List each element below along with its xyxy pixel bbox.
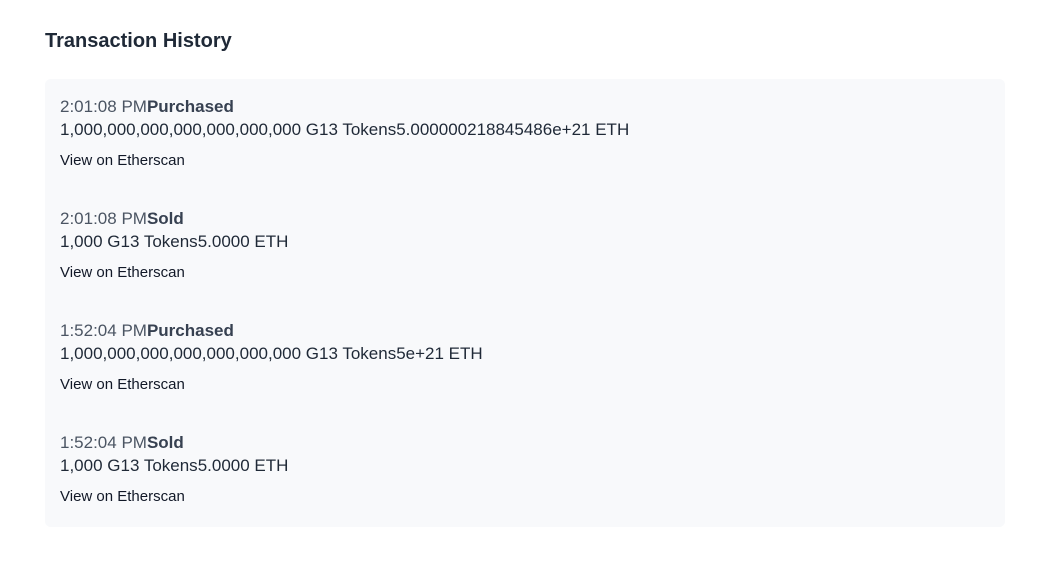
view-on-etherscan-link[interactable]: View on Etherscan bbox=[60, 375, 185, 395]
transaction-token-amount: 1,000,000,000,000,000,000,000 G13 Tokens bbox=[60, 344, 397, 363]
transaction-list: 2:01:08 PMPurchased 1,000,000,000,000,00… bbox=[45, 79, 1005, 527]
transaction-item: 2:01:08 PMSold 1,000 G13 Tokens5.0000 ET… bbox=[45, 191, 1005, 303]
transaction-amount: 1,000,000,000,000,000,000,000 G13 Tokens… bbox=[60, 118, 990, 142]
transaction-eth-amount: 5.0000 ETH bbox=[197, 456, 289, 475]
transaction-type: Purchased bbox=[146, 321, 234, 340]
transaction-item: 1:52:04 PMPurchased 1,000,000,000,000,00… bbox=[45, 303, 1005, 415]
transaction-header: 2:01:08 PMPurchased bbox=[60, 96, 990, 118]
transaction-amount: 1,000 G13 Tokens5.0000 ETH bbox=[60, 230, 990, 254]
transaction-time: 2:01:08 PM bbox=[60, 97, 147, 116]
transaction-eth-amount: 5.0000 ETH bbox=[197, 232, 289, 251]
view-on-etherscan-link[interactable]: View on Etherscan bbox=[60, 151, 185, 171]
transaction-history-section: Transaction History 2:01:08 PMPurchased … bbox=[0, 0, 1055, 527]
transaction-eth-amount: 5.000000218845486e+21 ETH bbox=[396, 120, 630, 139]
section-title: Transaction History bbox=[45, 30, 232, 52]
transaction-time: 1:52:04 PM bbox=[60, 433, 147, 452]
transaction-header: 1:52:04 PMSold bbox=[60, 432, 990, 454]
transaction-amount: 1,000,000,000,000,000,000,000 G13 Tokens… bbox=[60, 342, 990, 366]
transaction-token-amount: 1,000 G13 Tokens bbox=[60, 456, 198, 475]
transaction-eth-amount: 5e+21 ETH bbox=[396, 344, 483, 363]
transaction-item: 1:52:04 PMSold 1,000 G13 Tokens5.0000 ET… bbox=[45, 415, 1005, 527]
transaction-time: 2:01:08 PM bbox=[60, 209, 147, 228]
transaction-header: 1:52:04 PMPurchased bbox=[60, 320, 990, 342]
transaction-header: 2:01:08 PMSold bbox=[60, 208, 990, 230]
transaction-type: Purchased bbox=[146, 97, 234, 116]
transaction-item: 2:01:08 PMPurchased 1,000,000,000,000,00… bbox=[45, 79, 1005, 191]
view-on-etherscan-link[interactable]: View on Etherscan bbox=[60, 487, 185, 507]
transaction-type: Sold bbox=[146, 433, 184, 452]
view-on-etherscan-link[interactable]: View on Etherscan bbox=[60, 263, 185, 283]
transaction-token-amount: 1,000 G13 Tokens bbox=[60, 232, 198, 251]
transaction-amount: 1,000 G13 Tokens5.0000 ETH bbox=[60, 454, 990, 478]
transaction-type: Sold bbox=[146, 209, 184, 228]
transaction-token-amount: 1,000,000,000,000,000,000,000 G13 Tokens bbox=[60, 120, 397, 139]
transaction-time: 1:52:04 PM bbox=[60, 321, 147, 340]
